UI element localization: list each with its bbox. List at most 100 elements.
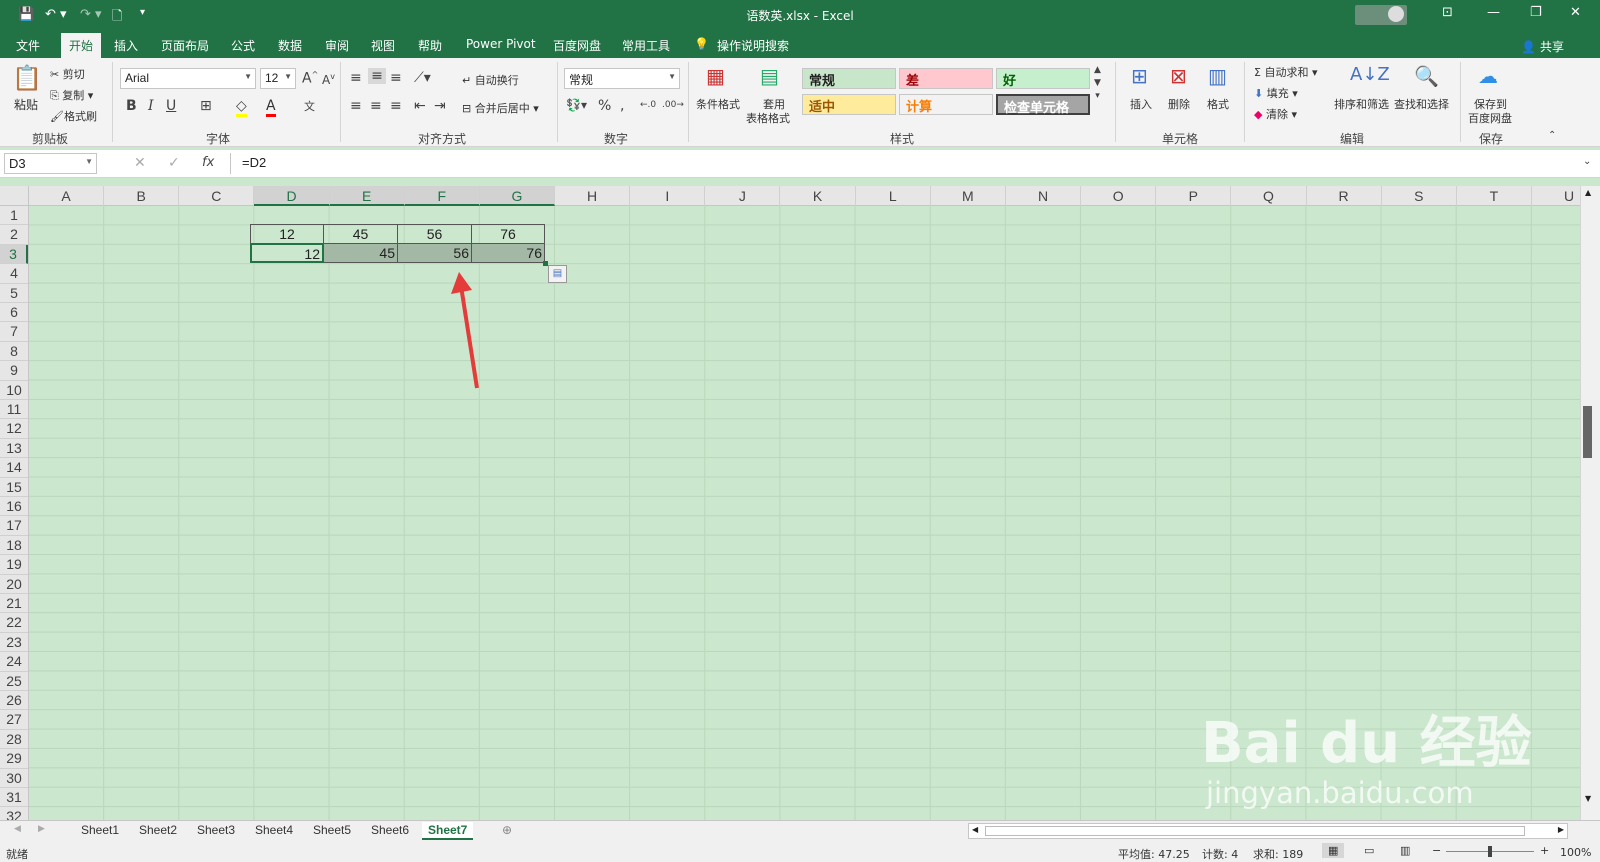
save-to-baidu-line2[interactable]: 百度网盘 xyxy=(1468,110,1512,126)
sort-filter-icon[interactable]: A↓Z xyxy=(1350,64,1390,85)
percent-icon[interactable]: % xyxy=(598,98,611,114)
column-header-k[interactable]: K xyxy=(781,186,856,206)
row-header-15[interactable]: 15 xyxy=(0,478,28,497)
cell-e3[interactable]: 45 xyxy=(323,243,398,263)
conditional-format-icon[interactable]: ▦ xyxy=(706,64,725,88)
sheet-tab-3[interactable]: Sheet3 xyxy=(197,822,235,838)
row-header-13[interactable]: 13 xyxy=(0,439,28,459)
name-box[interactable]: D3 ▼ xyxy=(4,153,97,174)
clear-button[interactable]: ◆ 清除 ▾ xyxy=(1254,106,1297,122)
column-header-e[interactable]: E xyxy=(329,186,405,206)
column-header-m[interactable]: M xyxy=(931,186,1006,206)
paste-button[interactable]: 粘贴 xyxy=(14,96,38,113)
cell-f2[interactable]: 56 xyxy=(397,224,472,244)
sheet-tab-7[interactable]: Sheet7 xyxy=(422,822,474,840)
row-header-21[interactable]: 21 xyxy=(0,594,28,614)
sheet-tab-6[interactable]: Sheet6 xyxy=(371,822,409,838)
row-header-5[interactable]: 5 xyxy=(0,284,28,303)
sheet-tab-2[interactable]: Sheet2 xyxy=(139,822,177,838)
autosum-button[interactable]: Σ 自动求和 ▾ xyxy=(1254,64,1317,80)
tab-help[interactable]: 帮助 xyxy=(418,37,442,54)
delete-cells-button[interactable]: 删除 xyxy=(1168,96,1190,112)
format-painter-button[interactable]: 🖌格式刷 xyxy=(50,108,97,124)
scroll-right-icon[interactable]: ▶ xyxy=(1558,825,1564,834)
tell-me-search[interactable]: 操作说明搜索 xyxy=(717,37,789,54)
border-icon[interactable]: ⊞ xyxy=(200,98,212,114)
minimize-icon[interactable]: — xyxy=(1487,5,1500,20)
format-cells-button[interactable]: 格式 xyxy=(1207,96,1229,112)
tab-view[interactable]: 视图 xyxy=(371,37,395,54)
insert-cells-button[interactable]: 插入 xyxy=(1130,96,1152,112)
worksheet-grid[interactable]: 12 45 56 76 12 45 56 76 ▤ Bai du 经验 jing… xyxy=(29,206,1580,820)
formula-input[interactable]: =D2 xyxy=(242,155,266,170)
insert-function-icon[interactable]: fx xyxy=(202,155,214,170)
decrease-font-icon[interactable]: Av xyxy=(322,72,335,87)
cut-button[interactable]: ✂ 剪切 xyxy=(50,66,85,82)
row-header-11[interactable]: 11 xyxy=(0,400,28,420)
underline-icon[interactable]: U xyxy=(166,98,176,114)
column-header-j[interactable]: J xyxy=(705,186,781,206)
row-header-31[interactable]: 31 xyxy=(0,788,28,808)
number-format-select[interactable]: 常规 ▼ xyxy=(564,68,680,89)
decrease-indent-icon[interactable]: ⇤ xyxy=(414,98,426,114)
conditional-format-button[interactable]: 条件格式 xyxy=(696,96,740,112)
format-cells-icon[interactable]: ▥ xyxy=(1208,64,1227,88)
zoom-slider-thumb[interactable] xyxy=(1488,846,1492,857)
sheet-tab-1[interactable]: Sheet1 xyxy=(81,822,119,838)
increase-font-icon[interactable]: A^ xyxy=(302,70,318,87)
row-header-12[interactable]: 12 xyxy=(0,419,28,439)
font-color-icon[interactable]: A xyxy=(266,98,276,117)
italic-icon[interactable]: I xyxy=(148,98,154,114)
align-middle-icon[interactable]: ≡ xyxy=(368,68,386,84)
ribbon-display-icon[interactable]: ⊡ xyxy=(1442,5,1453,20)
sheet-tab-4[interactable]: Sheet4 xyxy=(255,822,293,838)
column-header-h[interactable]: H xyxy=(555,186,631,206)
table-format-button-line2[interactable]: 表格格式 xyxy=(746,110,790,126)
style-neutral[interactable]: 适中 xyxy=(802,94,896,115)
prev-sheet-icon[interactable]: ◀ xyxy=(14,824,21,834)
tab-data[interactable]: 数据 xyxy=(278,37,302,54)
tab-power-pivot[interactable]: Power Pivot xyxy=(466,37,536,51)
cell-g3[interactable]: 76 xyxy=(471,243,545,263)
row-header-28[interactable]: 28 xyxy=(0,730,28,750)
align-right-icon[interactable]: ≡ xyxy=(390,98,402,114)
row-header-26[interactable]: 26 xyxy=(0,691,28,711)
scroll-thumb[interactable] xyxy=(1583,406,1592,458)
share-button[interactable]: 👤 共享 xyxy=(1521,38,1564,55)
column-header-c[interactable]: C xyxy=(179,186,255,206)
delete-cells-icon[interactable]: ⊠ xyxy=(1170,64,1187,88)
row-header-16[interactable]: 16 xyxy=(0,497,28,517)
tab-file[interactable]: 文件 xyxy=(16,37,40,54)
row-header-27[interactable]: 27 xyxy=(0,710,28,730)
increase-decimal-icon[interactable]: ←.0 xyxy=(640,100,656,110)
expand-formula-icon[interactable]: ⌄ xyxy=(1583,156,1591,167)
column-header-g[interactable]: G xyxy=(479,186,556,206)
table-format-icon[interactable]: ▤ xyxy=(760,64,779,88)
column-header-b[interactable]: B xyxy=(104,186,180,206)
row-header-9[interactable]: 9 xyxy=(0,361,28,381)
row-header-30[interactable]: 30 xyxy=(0,769,28,788)
align-bottom-icon[interactable]: ≡ xyxy=(390,70,402,86)
scroll-up-icon[interactable]: ▲ xyxy=(1585,188,1591,197)
cancel-icon[interactable]: ✕ xyxy=(134,155,146,171)
normal-view-icon[interactable]: ▦ xyxy=(1322,843,1345,858)
merge-center-button[interactable]: ⊟ 合并后居中 ▾ xyxy=(462,100,539,116)
column-header-a[interactable]: A xyxy=(29,186,105,206)
row-header-3[interactable]: 3 xyxy=(0,244,28,265)
row-header-2[interactable]: 2 xyxy=(0,225,28,245)
column-header-l[interactable]: L xyxy=(856,186,931,206)
sort-filter-button[interactable]: 排序和筛选 xyxy=(1334,96,1389,112)
increase-indent-icon[interactable]: ⇥ xyxy=(434,98,446,114)
column-header-o[interactable]: O xyxy=(1081,186,1157,206)
tab-common-tools[interactable]: 常用工具 xyxy=(622,37,670,54)
cell-d3[interactable]: 12 xyxy=(250,243,324,263)
column-header-i[interactable]: I xyxy=(630,186,706,206)
comma-icon[interactable]: , xyxy=(620,98,624,114)
baidu-cloud-icon[interactable]: ☁ xyxy=(1478,64,1498,88)
column-header-q[interactable]: Q xyxy=(1231,186,1307,206)
row-header-14[interactable]: 14 xyxy=(0,458,28,478)
row-header-22[interactable]: 22 xyxy=(0,613,28,633)
horizontal-scrollbar[interactable]: ◀ ▶ xyxy=(968,823,1568,839)
style-bad[interactable]: 差 xyxy=(899,68,993,89)
style-normal[interactable]: 常规 xyxy=(802,68,896,89)
